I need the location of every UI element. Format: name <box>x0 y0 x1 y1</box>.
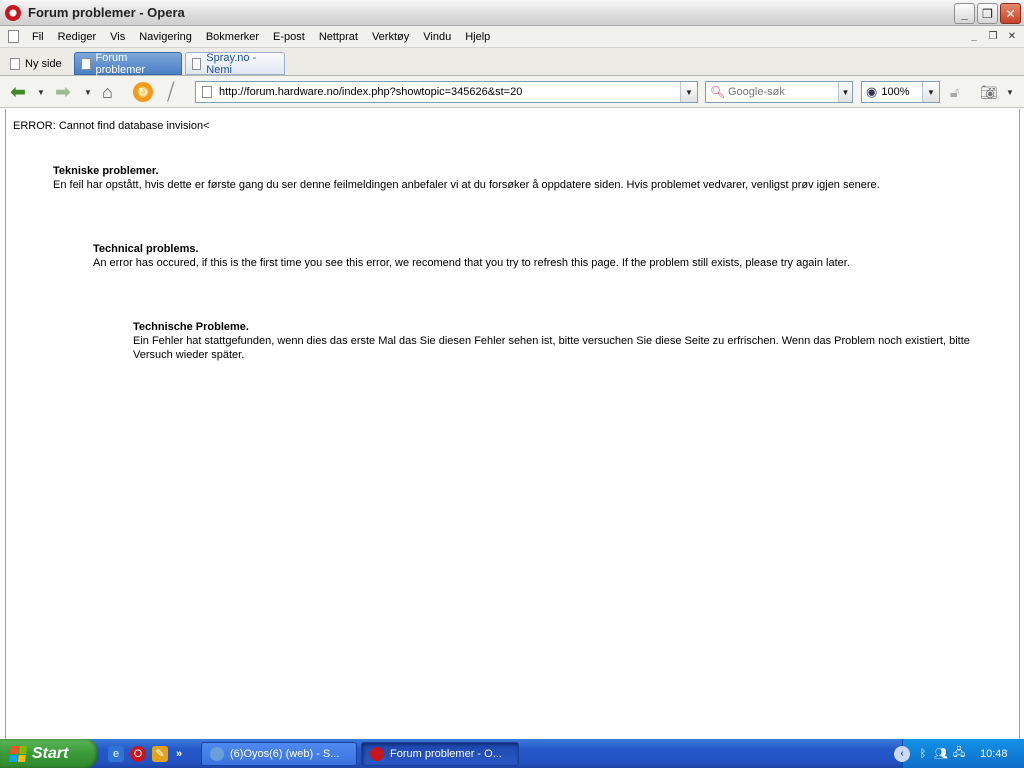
camera-icon[interactable]: 📷︎ <box>980 82 998 102</box>
new-page-label: Ny side <box>25 57 62 70</box>
opera-icon <box>370 747 384 761</box>
page-icon <box>192 57 202 70</box>
message-body: An error has occured, if this is the fir… <box>93 257 850 269</box>
menu-window[interactable]: Vindu <box>416 31 458 43</box>
page-content: ERROR: Cannot find database invision< Te… <box>5 109 1020 739</box>
users-icon[interactable]: 👥︎ <box>934 747 948 761</box>
network-icon[interactable]: 🖧︎ <box>952 747 966 761</box>
search-icon: 🔍︎ <box>710 85 726 99</box>
zoom-control[interactable]: ◉ 100% ▼ <box>861 81 940 103</box>
forward-history-dropdown-icon[interactable]: ▼ <box>84 82 92 102</box>
page-icon <box>10 57 20 70</box>
close-button[interactable]: ✕ <box>1000 3 1021 24</box>
menu-edit[interactable]: Rediger <box>51 31 104 43</box>
messenger-icon <box>210 747 224 761</box>
windows-logo-icon <box>8 745 28 762</box>
forward-icon[interactable]: ➡ <box>55 82 71 103</box>
opera-icon[interactable]: O <box>130 745 146 762</box>
show-hidden-icons-icon[interactable]: ‹ <box>894 745 910 762</box>
menu-file[interactable]: Fil <box>25 31 51 43</box>
camera-dropdown-icon[interactable]: ▼ <box>1006 82 1014 102</box>
address-dropdown-icon[interactable]: ▼ <box>680 82 697 102</box>
document-icon <box>8 30 19 43</box>
tab-label: Forum problemer <box>95 51 146 76</box>
taskbar-button-label: Forum problemer - O... <box>390 748 502 760</box>
address-bar[interactable]: http://forum.hardware.no/index.php?showt… <box>195 81 698 103</box>
maximize-button[interactable]: ❐ <box>977 3 998 24</box>
taskbar-button-opera[interactable]: Forum problemer - O... <box>361 742 519 766</box>
tab-bar: Ny side Forum problemer Spray.no - Nemi <box>0 48 1024 76</box>
search-box[interactable]: 🔍︎ ▼ <box>705 81 853 103</box>
home-icon[interactable]: ⌂ <box>102 82 113 102</box>
message-body: En feil har opstått, hvis dette er først… <box>53 179 880 191</box>
zoom-dropdown-icon[interactable]: ▼ <box>922 82 939 102</box>
zoom-value: 100% <box>881 86 910 98</box>
tab-forum-problemer[interactable]: Forum problemer <box>74 51 182 76</box>
taskbar-button-web[interactable]: (6)Oyos(6) (web) - S... <box>201 742 357 766</box>
menu-bar: Fil Rediger Vis Navigering Bokmerker E-p… <box>0 26 1024 48</box>
menu-navigation[interactable]: Navigering <box>132 31 199 43</box>
error-line: ERROR: Cannot find database invision< <box>13 120 210 132</box>
menu-bookmarks[interactable]: Bokmerker <box>199 31 266 43</box>
message-norwegian: Tekniske problemer. En feil har opstått,… <box>53 164 953 192</box>
url-field[interactable]: http://forum.hardware.no/index.php?showt… <box>219 86 680 98</box>
bluetooth-icon[interactable]: ᛒ <box>916 747 930 761</box>
taskbar-button-label: (6)Oyos(6) (web) - S... <box>230 748 340 760</box>
menu-view[interactable]: Vis <box>103 31 132 43</box>
edit-icon[interactable]: ╱ <box>164 81 177 102</box>
reload-icon[interactable]: ↻ <box>133 82 153 102</box>
start-label: Start <box>32 744 69 762</box>
tab-label: Spray.no - Nemi <box>206 51 257 76</box>
clock: 10:48 <box>980 747 1008 760</box>
taskbar: Start e O ✎ » (6)Oyos(6) (web) - S... Fo… <box>0 739 1024 768</box>
doc-minimize-button[interactable]: _ <box>966 29 982 44</box>
navigation-toolbar: ⬅ ▼ ➡ ▼ ⌂ ↻ ╱ http://forum.hardware.no/i… <box>0 76 1024 108</box>
document-window-controls: _ ❐ ✕ <box>966 29 1020 44</box>
menu-chat[interactable]: Nettprat <box>312 31 365 43</box>
padlock-icon[interactable]: 🔓︎ <box>950 82 959 102</box>
message-title: Technische Probleme. <box>133 321 249 333</box>
window-title: Forum problemer - Opera <box>28 5 185 20</box>
tool-icon[interactable]: ✎ <box>152 745 168 762</box>
eye-icon: ◉ <box>866 84 878 99</box>
menu-help[interactable]: Hjelp <box>458 31 497 43</box>
internet-explorer-icon[interactable]: e <box>108 745 124 762</box>
doc-restore-button[interactable]: ❐ <box>985 29 1001 44</box>
tab-spray-nemi[interactable]: Spray.no - Nemi <box>185 51 285 76</box>
page-icon <box>202 86 212 98</box>
message-title: Tekniske problemer. <box>53 165 159 177</box>
system-tray: ‹ ᛒ 👥︎ 🖧︎ 10:48 <box>894 739 1024 768</box>
quick-launch-more-icon[interactable]: » <box>176 748 182 760</box>
search-input[interactable] <box>728 86 838 98</box>
page-icon <box>81 57 91 70</box>
new-page-button[interactable]: Ny side <box>4 52 68 75</box>
menu-email[interactable]: E-post <box>266 31 312 43</box>
message-english: Technical problems. An error has occured… <box>93 242 973 270</box>
back-history-dropdown-icon[interactable]: ▼ <box>37 82 45 102</box>
window-titlebar: Forum problemer - Opera _ ❐ ✕ <box>0 0 1024 26</box>
back-icon[interactable]: ⬅ <box>10 82 26 103</box>
opera-logo-icon <box>5 4 21 21</box>
message-german: Technische Probleme. Ein Fehler hat stat… <box>133 320 983 362</box>
search-engine-dropdown-icon[interactable]: ▼ <box>838 82 852 102</box>
message-title: Technical problems. <box>93 243 199 255</box>
quick-launch: e O ✎ » <box>108 745 182 762</box>
doc-close-button[interactable]: ✕ <box>1004 29 1020 44</box>
start-button[interactable]: Start <box>0 739 98 768</box>
menu-tools[interactable]: Verktøy <box>365 31 416 43</box>
window-controls: _ ❐ ✕ <box>954 3 1021 24</box>
minimize-button[interactable]: _ <box>954 3 975 24</box>
message-body: Ein Fehler hat stattgefunden, wenn dies … <box>133 335 970 361</box>
